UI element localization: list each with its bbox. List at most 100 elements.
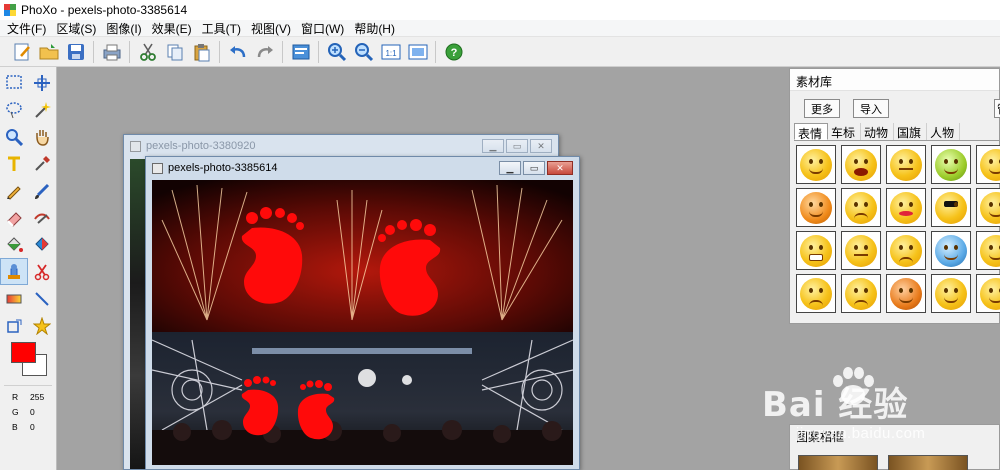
emoji-icon (935, 277, 967, 310)
emoji-cell[interactable] (841, 188, 881, 227)
help-icon[interactable]: ? (443, 41, 465, 63)
emoji-cell[interactable] (976, 274, 1000, 313)
menu-help[interactable]: 帮助(H) (351, 20, 402, 37)
fill-bucket-tool-icon[interactable] (0, 231, 28, 258)
zoom-actual-size-icon[interactable]: 1:1 (380, 41, 402, 63)
save-icon[interactable] (65, 41, 87, 63)
emoji-icon (800, 148, 832, 181)
import-button[interactable]: 导入 (853, 99, 889, 118)
emoji-icon (980, 234, 1000, 267)
tab-people[interactable]: 人物 (927, 123, 961, 140)
tab-emoji[interactable]: 表情 (794, 123, 829, 141)
menu-tools[interactable]: 工具(T) (199, 20, 248, 37)
emoji-cell[interactable] (841, 274, 881, 313)
minimize-button[interactable]: ▁ (499, 161, 521, 175)
hand-tool-icon[interactable] (28, 123, 56, 150)
emoji-cell[interactable] (886, 145, 926, 184)
zoom-actual-label: 1:1 (385, 49, 397, 58)
eraser-tool-icon[interactable] (0, 204, 28, 231)
tab-flags[interactable]: 国旗 (894, 123, 928, 140)
minimize-button[interactable]: ▁ (482, 139, 504, 153)
frame-thumbnail[interactable] (798, 455, 878, 470)
menu-image[interactable]: 图像(I) (103, 20, 148, 37)
toolbar-divider (93, 40, 94, 63)
brush-tool-icon[interactable] (28, 177, 56, 204)
menu-window[interactable]: 窗口(W) (298, 20, 351, 37)
emoji-cell[interactable] (886, 274, 926, 313)
clone-tool-icon[interactable] (28, 204, 56, 231)
stamp-tool-icon[interactable] (0, 258, 28, 285)
copy-icon[interactable] (164, 41, 186, 63)
image-properties-icon[interactable] (290, 41, 312, 63)
emoji-cell[interactable] (886, 231, 926, 270)
emoji-cell[interactable] (796, 231, 836, 270)
rgb-g-label: G (12, 407, 19, 417)
emoji-cell[interactable] (976, 231, 1000, 270)
emoji-cell[interactable] (931, 274, 971, 313)
zoom-tool-icon[interactable] (0, 123, 28, 150)
magic-wand-tool-icon[interactable] (28, 96, 56, 123)
close-button[interactable]: ✕ (530, 139, 552, 153)
emoji-icon (935, 191, 967, 224)
fit-window-icon[interactable] (407, 41, 429, 63)
foreground-color-swatch[interactable] (11, 342, 36, 363)
line-tool-icon[interactable] (28, 285, 56, 312)
menu-effects[interactable]: 效果(E) (149, 20, 199, 37)
menu-view[interactable]: 视图(V) (248, 20, 298, 37)
lasso-tool-icon[interactable] (0, 96, 28, 123)
frame-thumbnail[interactable] (888, 455, 968, 470)
eyedropper-tool-icon[interactable] (28, 150, 56, 177)
scissors-tool-icon[interactable] (28, 258, 56, 285)
tab-animals[interactable]: 动物 (861, 123, 895, 140)
app-titlebar: PhoXo - pexels-photo-3385614 (0, 0, 1000, 20)
open-folder-icon[interactable] (38, 41, 60, 63)
rect-select-tool-icon[interactable] (0, 69, 28, 96)
star-shape-tool-icon[interactable] (28, 312, 56, 339)
color-swatches[interactable] (9, 340, 49, 380)
emoji-cell[interactable] (796, 274, 836, 313)
maximize-button[interactable]: ▭ (523, 161, 545, 175)
doc-window-front[interactable]: pexels-photo-3385614 ▁ ▭ ✕ (145, 156, 580, 470)
toolbar-divider (282, 40, 283, 63)
menu-file[interactable]: 文件(F) (4, 20, 53, 37)
new-file-icon[interactable] (11, 41, 33, 63)
photo-canvas[interactable] (152, 180, 573, 465)
print-icon[interactable] (101, 41, 123, 63)
window-title: pexels-photo-3385614 (168, 162, 278, 174)
redo-icon[interactable] (254, 41, 276, 63)
emoji-cell[interactable] (931, 145, 971, 184)
emoji-cell[interactable] (796, 145, 836, 184)
emoji-cell[interactable] (931, 188, 971, 227)
emoji-icon (980, 148, 1000, 181)
main-toolbar: 1:1 ? (0, 37, 1000, 67)
manage-button[interactable]: 管 (994, 99, 1000, 118)
emoji-cell[interactable] (931, 231, 971, 270)
document-icon (130, 140, 141, 152)
emoji-cell[interactable] (841, 231, 881, 270)
undo-icon[interactable] (227, 41, 249, 63)
menu-region[interactable]: 区域(S) (53, 20, 103, 37)
emoji-icon (935, 148, 967, 181)
image-canvas[interactable] (152, 180, 573, 465)
tab-car-logos[interactable]: 车标 (828, 123, 862, 140)
more-button[interactable]: 更多 (804, 99, 840, 118)
maximize-button[interactable]: ▭ (506, 139, 528, 153)
move-tool-icon[interactable] (28, 69, 56, 96)
emoji-cell[interactable] (796, 188, 836, 227)
emoji-cell[interactable] (841, 145, 881, 184)
close-button[interactable]: ✕ (547, 161, 573, 175)
emoji-cell[interactable] (976, 188, 1000, 227)
cut-icon[interactable] (137, 41, 159, 63)
emoji-cell[interactable] (886, 188, 926, 227)
text-tool-icon[interactable] (0, 150, 28, 177)
zoom-out-icon[interactable] (353, 41, 375, 63)
paste-icon[interactable] (191, 41, 213, 63)
phoxo-logo-icon (4, 4, 16, 16)
transform-tool-icon[interactable] (0, 312, 28, 339)
pencil-tool-icon[interactable] (0, 177, 28, 204)
material-tabs: 表情 车标 动物 国旗 人物 (794, 123, 1000, 141)
emoji-cell[interactable] (976, 145, 1000, 184)
color-replace-tool-icon[interactable] (28, 231, 56, 258)
gradient-tool-icon[interactable] (0, 285, 28, 312)
zoom-in-icon[interactable] (326, 41, 348, 63)
